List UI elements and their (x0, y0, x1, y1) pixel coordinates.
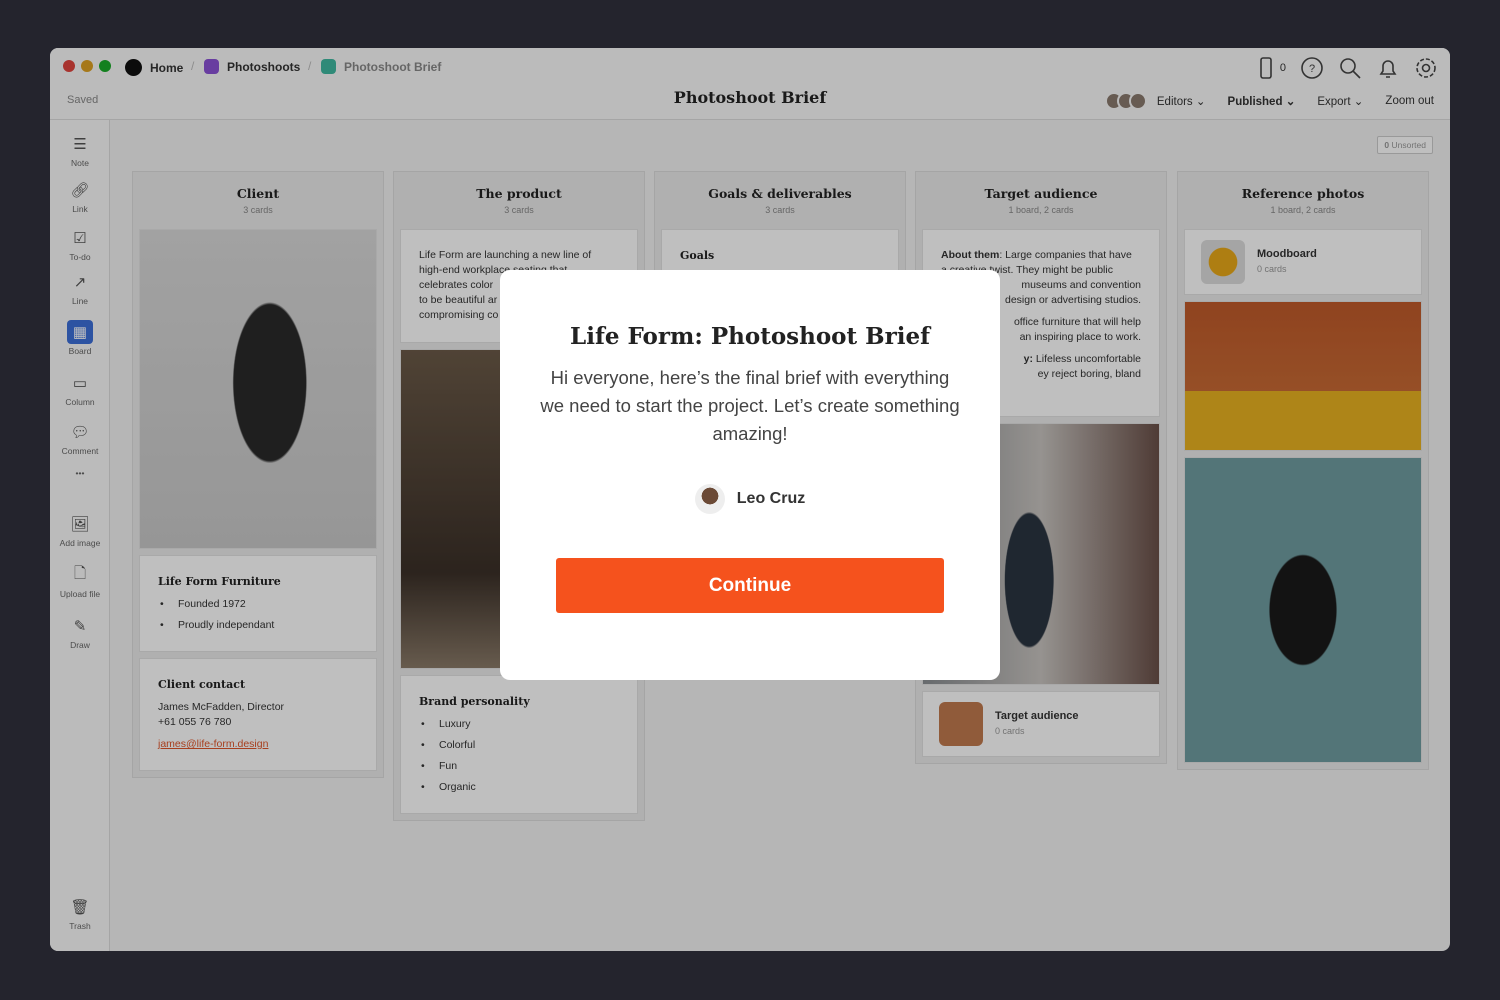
author: Leo Cruz (500, 484, 1000, 514)
continue-button[interactable]: Continue (556, 558, 944, 613)
modal-body: Hi everyone, here’s the final brief with… (540, 367, 960, 444)
avatar (694, 484, 725, 514)
welcome-modal: Life Form: Photoshoot Brief Hi everyone,… (500, 270, 1000, 680)
author-name: Leo Cruz (736, 490, 806, 507)
modal-title: Life Form: Photoshoot Brief (570, 323, 930, 350)
